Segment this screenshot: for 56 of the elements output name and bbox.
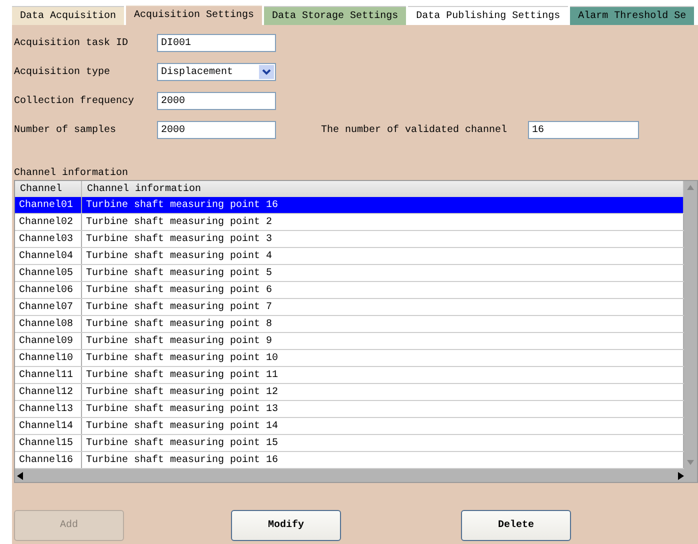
table-cell: Channel12 bbox=[15, 384, 82, 400]
caret-icon bbox=[259, 65, 274, 79]
table-row[interactable]: Channel11 Turbine shaft measuring point 11 bbox=[15, 367, 684, 384]
table-cell: Channel09 bbox=[15, 333, 82, 349]
field-label: Number of samples bbox=[14, 124, 118, 136]
tab[interactable]: Data Acquisition bbox=[12, 6, 124, 25]
tab[interactable]: Acquisition Settings bbox=[126, 5, 262, 25]
input-field[interactable]: 2000 bbox=[157, 92, 276, 110]
action-button[interactable]: Modify bbox=[231, 510, 341, 541]
field-label: Collection frequency bbox=[14, 96, 136, 106]
type-dropdown[interactable]: Displacement bbox=[157, 63, 276, 81]
table-row[interactable]: Channel09 Turbine shaft measuring point 9 bbox=[15, 333, 684, 350]
vertical-scrollbar[interactable] bbox=[684, 181, 697, 469]
table-row[interactable]: Channel15 Turbine shaft measuring point 15 bbox=[15, 435, 684, 452]
input-field[interactable]: 2000 bbox=[157, 121, 276, 139]
tab[interactable]: Alarm Threshold Se bbox=[570, 6, 694, 25]
down-arrow-icon bbox=[687, 460, 694, 465]
table-row[interactable]: Channel06 Turbine shaft measuring point 6 bbox=[15, 282, 684, 299]
up-arrow-icon bbox=[687, 185, 694, 190]
table-row[interactable]: Channel14 Turbine shaft measuring point 14 bbox=[15, 418, 684, 435]
table-cell: Channel03 bbox=[15, 231, 82, 247]
table-row[interactable]: Channel13 Turbine shaft measuring point 13 bbox=[15, 401, 684, 418]
right-arrow-icon bbox=[678, 472, 684, 480]
table-cell: Channel15 bbox=[15, 435, 82, 451]
table-row[interactable]: Channel10 Turbine shaft measuring point 10 bbox=[15, 350, 684, 367]
table-row[interactable]: Channel12 Turbine shaft measuring point 12 bbox=[15, 384, 684, 401]
table-cell: Channel14 bbox=[15, 418, 82, 434]
table-cell: Channel08 bbox=[15, 316, 82, 332]
table-row[interactable]: Channel04 Turbine shaft measuring point 4 bbox=[15, 248, 684, 265]
field-label: Acquisition task ID bbox=[14, 38, 130, 48]
table-cell: Channel07 bbox=[15, 299, 82, 315]
table-cell: Channel05 bbox=[15, 265, 82, 281]
table-row[interactable]: Channel03 Turbine shaft measuring point 3 bbox=[15, 231, 684, 248]
input-field[interactable]: 16 bbox=[528, 121, 639, 139]
tab[interactable]: Data Storage Settings bbox=[264, 6, 406, 25]
table-cell: Channel13 bbox=[15, 401, 82, 417]
table-cell: Channel01 bbox=[15, 197, 82, 213]
table-cell: Channel04 bbox=[15, 248, 82, 264]
table-cell: Channel06 bbox=[15, 282, 82, 298]
table-cell: Channel02 bbox=[15, 214, 82, 230]
field-label: The number of validated channel bbox=[321, 124, 508, 136]
action-button[interactable]: Delete bbox=[461, 510, 571, 541]
table-cell: Channel10 bbox=[15, 350, 82, 366]
table-row[interactable]: Channel02 Turbine shaft measuring point 2 bbox=[15, 214, 684, 231]
table-row[interactable]: Channel08 Turbine shaft measuring point 8 bbox=[15, 316, 684, 333]
table-cell: Channel11 bbox=[15, 367, 82, 383]
section-title: Channel information bbox=[14, 168, 130, 180]
table-row[interactable]: Channel07 Turbine shaft measuring point 7 bbox=[15, 299, 684, 316]
input-field[interactable]: DI001 bbox=[157, 34, 276, 52]
table-row[interactable]: Channel05 Turbine shaft measuring point 5 bbox=[15, 265, 684, 282]
left-arrow-icon bbox=[17, 472, 23, 480]
horizontal-scrollbar[interactable] bbox=[15, 469, 697, 482]
table-row[interactable]: Channel01 Turbine shaft measuring point 16 bbox=[15, 197, 684, 214]
field-label: Acquisition type bbox=[14, 66, 112, 78]
table-cell: Channel16 bbox=[15, 452, 82, 468]
table-row[interactable]: Channel16 Turbine shaft measuring point 16 bbox=[15, 452, 684, 469]
